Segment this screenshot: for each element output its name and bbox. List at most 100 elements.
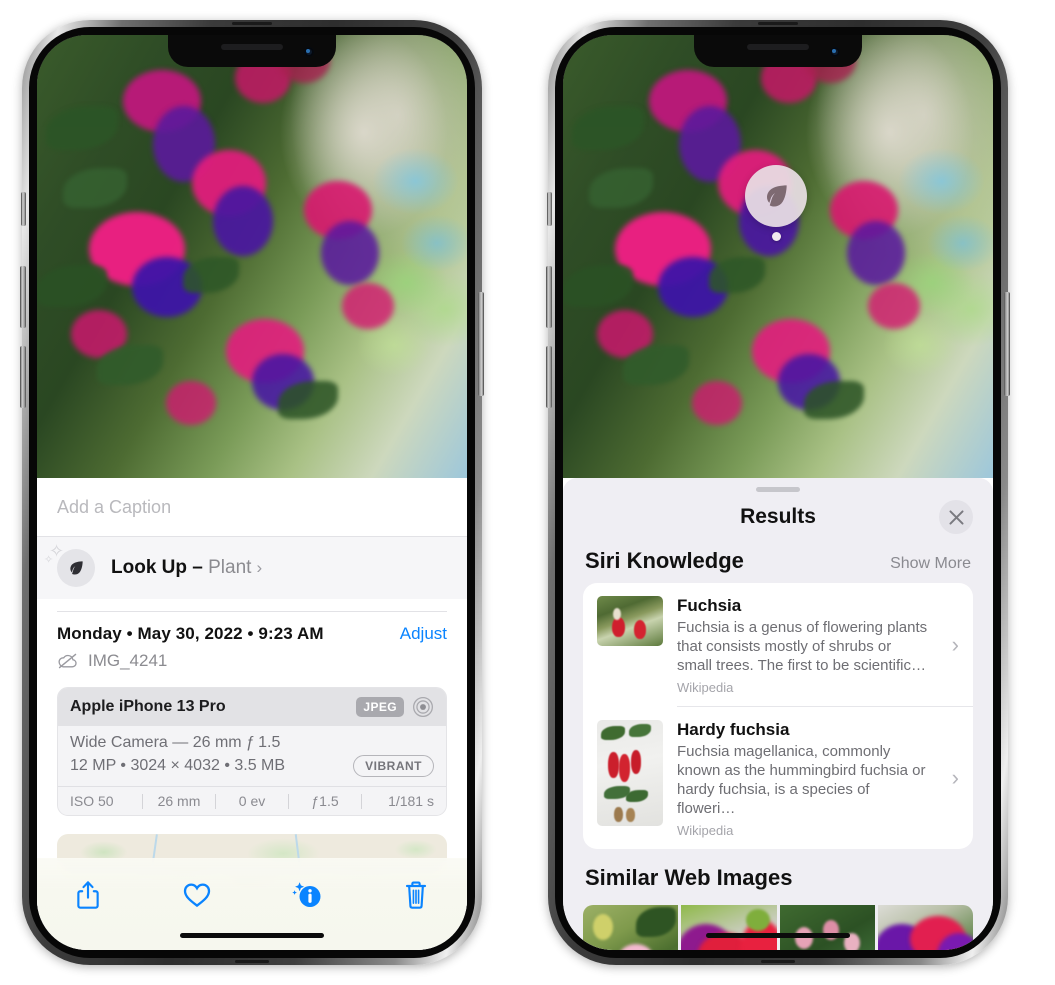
bottom-mic: [761, 960, 795, 963]
result-description: Fuchsia is a genus of flowering plants t…: [677, 619, 928, 674]
photo-date: Monday • May 30, 2022 • 9:23 AM: [57, 624, 324, 643]
photo-info-block: Monday • May 30, 2022 • 9:23 AM Adjust I…: [37, 599, 467, 671]
front-camera-icon: [830, 47, 840, 57]
result-title: Hardy fuchsia: [677, 720, 790, 739]
front-camera-icon: [304, 47, 314, 57]
right-phone: Results Siri Knowledge Show More Fuchsia…: [546, 20, 1010, 965]
photo-viewer[interactable]: [563, 35, 993, 478]
camera-body: Wide Camera — 26 mm ƒ 1.5 12 MP • 3024 ×…: [58, 726, 446, 786]
results-header: Results: [563, 492, 993, 542]
visual-look-up-badge[interactable]: [745, 165, 807, 241]
caption-placeholder: Add a Caption: [57, 496, 172, 517]
divider: [57, 611, 447, 612]
look-up-label: Look Up – Plant ›: [111, 557, 262, 579]
favorite-button[interactable]: [174, 874, 220, 916]
share-icon: [77, 881, 99, 909]
result-title: Fuchsia: [677, 596, 742, 615]
web-image-4[interactable]: [877, 905, 973, 950]
look-up-title: Look Up –: [111, 557, 203, 578]
similar-web-images-header: Similar Web Images: [563, 849, 993, 899]
sparkle-icon-small: ✧: [44, 554, 54, 566]
results-title: Results: [740, 505, 816, 528]
delete-button[interactable]: [393, 874, 439, 916]
similar-web-images-title: Similar Web Images: [585, 865, 793, 890]
camera-header: Apple iPhone 13 Pro JPEG: [58, 688, 446, 726]
volume-down-button[interactable]: [546, 346, 552, 408]
camera-info-card: Apple iPhone 13 Pro JPEG Wide Camera — 2…: [57, 687, 447, 816]
earpiece-speaker: [221, 44, 283, 50]
web-image-1[interactable]: [583, 905, 679, 950]
result-text: Fuchsia Fuchsia is a genus of flowering …: [677, 596, 959, 695]
chevron-right-icon: ›: [951, 631, 959, 657]
result-thumbnail: [597, 596, 663, 646]
adjust-button[interactable]: Adjust: [400, 624, 447, 644]
volume-down-button[interactable]: [20, 346, 26, 408]
left-screen: Add a Caption ✧ ✧ Look Up – Plant › Mond…: [37, 35, 467, 950]
exif-shutter: 1/181 s: [388, 793, 434, 809]
home-indicator[interactable]: [180, 933, 324, 938]
photo-viewer[interactable]: [37, 35, 467, 478]
heart-icon: [184, 883, 211, 908]
chevron-right-icon: ›: [951, 765, 959, 790]
exif-aperture: ƒ1.5: [311, 793, 339, 809]
home-indicator[interactable]: [706, 933, 850, 938]
info-sparkle-icon: [291, 882, 321, 907]
camera-device: Apple iPhone 13 Pro: [70, 698, 226, 715]
siri-knowledge-header: Siri Knowledge Show More: [563, 542, 993, 583]
camera-spec-row: 12 MP • 3024 × 4032 • 3.5 MB VIBRANT: [70, 755, 434, 777]
share-button[interactable]: [65, 874, 111, 916]
similar-web-images-strip[interactable]: [563, 905, 993, 950]
photographic-style-badge: VIBRANT: [353, 755, 434, 777]
bottom-mic: [235, 960, 269, 963]
aperture-icon: [413, 697, 433, 717]
knowledge-card-list: Fuchsia Fuchsia is a genus of flowering …: [583, 583, 973, 849]
look-up-subject: Plant: [208, 557, 252, 578]
format-badge: JPEG: [356, 697, 404, 717]
list-item[interactable]: Hardy fuchsia Fuchsia magellanica, commo…: [583, 707, 973, 849]
earpiece-speaker: [747, 44, 809, 50]
camera-header-icons: JPEG: [356, 696, 434, 718]
left-phone: Add a Caption ✧ ✧ Look Up – Plant › Mond…: [20, 20, 484, 965]
photo-details-sheet: Add a Caption ✧ ✧ Look Up – Plant › Mond…: [37, 478, 467, 950]
notch: [168, 35, 336, 67]
badge-pointer-dot: [771, 232, 781, 241]
cloud-slash-icon: [58, 653, 77, 669]
camera-lens: Wide Camera — 26 mm ƒ 1.5: [70, 734, 281, 751]
exif-iso: ISO 50: [70, 793, 114, 809]
leaf-icon: [766, 185, 787, 207]
show-more-button[interactable]: Show More: [890, 555, 971, 573]
web-image-2[interactable]: [681, 905, 777, 950]
result-source: Wikipedia: [677, 680, 734, 695]
result-thumbnail: [597, 720, 663, 826]
exif-row: ISO 50 26 mm 0 ev ƒ1.5 1/181 s: [58, 786, 446, 815]
volume-up-button[interactable]: [546, 266, 552, 328]
date-row: Monday • May 30, 2022 • 9:23 AM Adjust: [57, 624, 447, 644]
close-button[interactable]: [939, 500, 973, 534]
file-row: IMG_4241: [57, 651, 447, 671]
power-button[interactable]: [1004, 292, 1010, 396]
top-mic: [758, 22, 798, 25]
web-image-3[interactable]: [779, 905, 875, 950]
top-mic: [232, 22, 272, 25]
silent-switch[interactable]: [21, 192, 26, 226]
silent-switch[interactable]: [547, 192, 552, 226]
photo-filename: IMG_4241: [88, 651, 168, 670]
exif-focal: 26 mm: [157, 793, 201, 809]
results-sheet: Results Siri Knowledge Show More Fuchsia…: [563, 478, 993, 950]
list-item[interactable]: Fuchsia Fuchsia is a genus of flowering …: [583, 583, 973, 706]
chevron-right-icon: ›: [256, 558, 263, 577]
info-button[interactable]: [284, 874, 330, 916]
result-description: Fuchsia magellanica, commonly known as t…: [677, 743, 926, 817]
close-icon: [948, 509, 964, 525]
result-text: Hardy fuchsia Fuchsia magellanica, commo…: [677, 720, 959, 838]
screenshot-stage: Add a Caption ✧ ✧ Look Up – Plant › Mond…: [0, 0, 1055, 985]
trash-icon: [405, 881, 427, 909]
exif-exposure: 0 ev: [238, 793, 266, 809]
camera-specs: 12 MP • 3024 × 4032 • 3.5 MB: [70, 757, 286, 774]
volume-up-button[interactable]: [20, 266, 26, 328]
caption-input[interactable]: Add a Caption: [37, 478, 467, 536]
result-source: Wikipedia: [677, 823, 734, 838]
look-up-row[interactable]: ✧ ✧ Look Up – Plant ›: [37, 537, 467, 599]
right-screen: Results Siri Knowledge Show More Fuchsia…: [563, 35, 993, 950]
power-button[interactable]: [478, 292, 484, 396]
